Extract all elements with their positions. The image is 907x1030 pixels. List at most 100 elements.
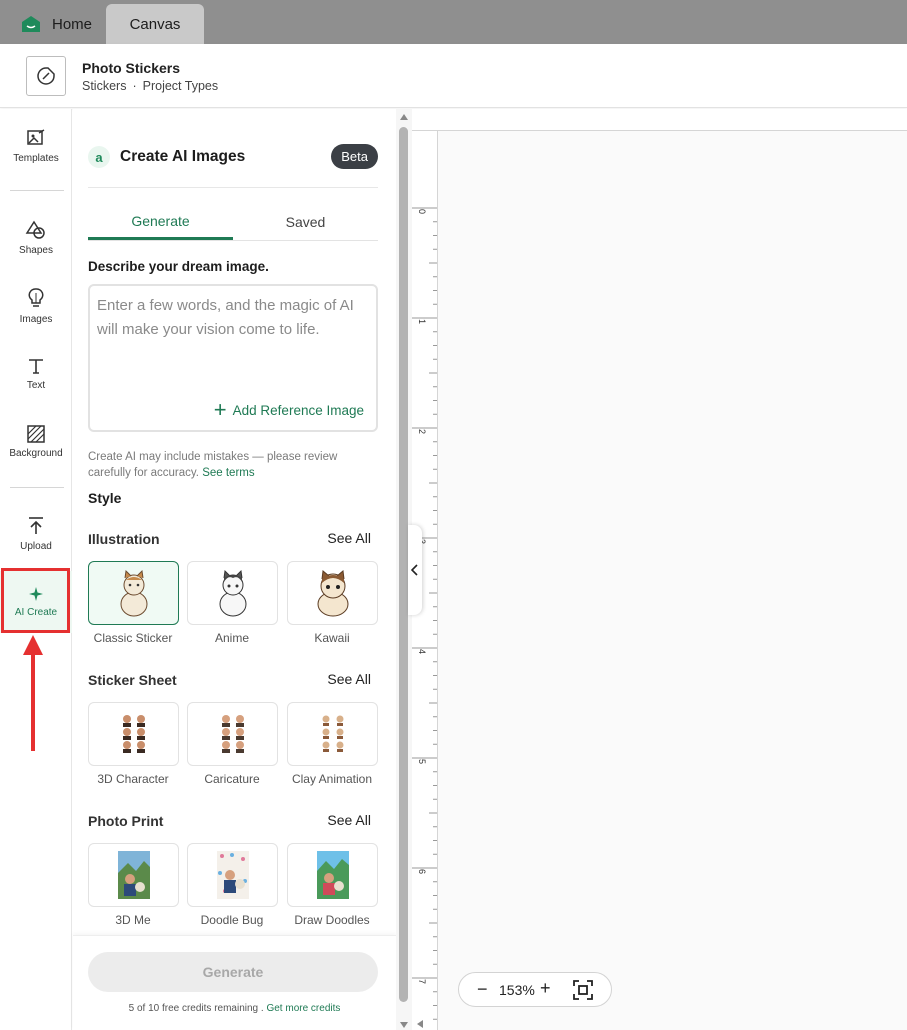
style-card-kawaii[interactable] [287, 561, 378, 625]
tab-canvas-label: Canvas [129, 15, 181, 33]
templates-icon [27, 129, 45, 145]
rail-item-templates[interactable]: Templates [0, 115, 72, 177]
shapes-icon [25, 220, 45, 239]
scroll-up-arrow-icon[interactable] [400, 114, 408, 120]
prompt-placeholder: Enter a few words, and the magic of AI w… [97, 297, 354, 338]
ai-logo-icon: a [88, 146, 110, 168]
add-reference-image-button[interactable]: + Add Reference Image [213, 397, 364, 422]
style-card-draw-doodles[interactable] [287, 843, 378, 907]
tab-saved[interactable]: Saved [233, 205, 378, 239]
rail-item-upload[interactable]: Upload [0, 503, 72, 565]
prompt-input[interactable]: Enter a few words, and the magic of AI w… [88, 284, 378, 432]
section-title-sticker-sheet: Sticker Sheet [88, 672, 177, 688]
card-label: Doodle Bug [200, 913, 264, 927]
credits-info: 5 of 10 free credits remaining . Get mor… [73, 1003, 396, 1014]
see-terms-link[interactable]: See terms [202, 467, 254, 479]
cat-illustration-icon [317, 570, 348, 617]
style-card-doodle-bug[interactable] [187, 843, 278, 907]
chevron-left-icon [411, 564, 418, 576]
panel-title: Create AI Images [120, 148, 246, 165]
get-more-credits-link[interactable]: Get more credits [266, 1003, 340, 1014]
beta-badge: Beta [331, 144, 378, 169]
project-title: Photo Stickers [82, 60, 181, 76]
annotation-highlight-box [1, 568, 70, 633]
rail-label: Background [9, 448, 63, 459]
add-reference-label: Add Reference Image [232, 402, 364, 418]
card-label: Caricature [204, 772, 260, 786]
scroll-left-arrow-icon[interactable] [417, 1020, 423, 1028]
tab-canvas[interactable]: Canvas [106, 4, 204, 44]
zoom-out-button[interactable]: − [477, 979, 488, 1000]
tab-home[interactable]: Home [10, 4, 106, 44]
ruler-horizontal [412, 109, 907, 131]
see-all-sticker-sheet[interactable]: See All [327, 671, 371, 687]
rail-label: Text [26, 380, 46, 391]
ruler-label: 0 [417, 209, 427, 214]
scrollbar-thumb[interactable] [399, 127, 408, 1002]
rail-divider [10, 190, 64, 191]
rail-divider [10, 487, 64, 488]
rail-item-background[interactable]: Background [0, 411, 72, 473]
card-label: Anime [214, 631, 249, 645]
rail-item-images[interactable]: Images [0, 275, 72, 337]
ai-create-panel: a Create AI Images Beta Generate Saved D… [73, 109, 396, 1030]
zoom-level: 153% [499, 982, 535, 998]
panel-footer: Generate 5 of 10 free credits remaining … [73, 935, 396, 1030]
style-card-clay-animation[interactable] [287, 702, 378, 766]
cat-illustration-icon [120, 569, 147, 617]
browser-tab-bar: Home Canvas [0, 0, 907, 44]
ruler-label: 1 [417, 319, 427, 324]
ruler-label: 7 [417, 979, 427, 984]
style-card-classic-sticker[interactable] [88, 561, 179, 625]
annotation-arrow-icon [23, 635, 43, 751]
card-label: Classic Sticker [93, 631, 173, 645]
ruler-label: 6 [417, 869, 427, 874]
style-card-3d-me[interactable] [88, 843, 179, 907]
credits-text: 5 of 10 free credits remaining . [128, 1003, 264, 1014]
ruler-label: 4 [417, 649, 427, 654]
breadcrumb-project-types[interactable]: Project Types [143, 79, 219, 93]
plus-icon: + [213, 397, 227, 422]
rail-item-text[interactable]: Text [0, 343, 72, 405]
home-icon [22, 16, 40, 32]
tab-home-label: Home [52, 15, 93, 33]
sticker-icon [37, 67, 55, 85]
bulb-icon [28, 288, 44, 307]
style-card-3d-character[interactable] [88, 702, 179, 766]
section-title-illustration: Illustration [88, 531, 160, 547]
breadcrumb-separator: · [132, 79, 137, 93]
upload-icon [29, 517, 43, 534]
fit-to-screen-icon[interactable] [573, 980, 593, 1000]
rail-label: Images [19, 314, 53, 325]
breadcrumb-stickers[interactable]: Stickers [82, 79, 126, 93]
project-thumbnail[interactable] [26, 56, 66, 96]
panel-tabs: Generate Saved [88, 205, 378, 241]
collapse-panel-handle[interactable] [408, 525, 422, 615]
section-title-photo-print: Photo Print [88, 813, 164, 829]
see-all-illustration[interactable]: See All [327, 530, 371, 546]
zoom-in-button[interactable]: + [540, 978, 551, 999]
ai-disclaimer: Create AI may include mistakes — please … [88, 449, 378, 481]
rail-label: Templates [13, 153, 59, 164]
design-canvas[interactable]: 01234567 − 153% + [408, 109, 907, 1030]
header-divider [88, 187, 378, 188]
tab-generate[interactable]: Generate [88, 205, 233, 240]
style-card-caricature[interactable] [187, 702, 278, 766]
breadcrumb: Stickers · Project Types [82, 79, 218, 93]
generate-button[interactable]: Generate [88, 952, 378, 992]
card-label: Clay Animation [291, 772, 373, 786]
sticker-sheet-thumbnail-icon [122, 715, 145, 753]
ruler-label: 2 [417, 429, 427, 434]
zoom-control: − 153% + [458, 972, 612, 1007]
rail-item-shapes[interactable]: Shapes [0, 207, 72, 269]
style-card-anime[interactable] [187, 561, 278, 625]
card-label: 3D Character [97, 772, 169, 786]
background-icon [27, 425, 45, 443]
panel-header: a Create AI Images Beta [88, 144, 378, 170]
sticker-sheet-thumbnail-icon [322, 715, 343, 752]
scroll-down-arrow-icon[interactable] [400, 1022, 408, 1028]
rail-label: Shapes [19, 245, 53, 256]
photo-thumbnail-icon [117, 851, 150, 899]
card-label: 3D Me [115, 913, 151, 927]
see-all-photo-print[interactable]: See All [327, 812, 371, 828]
